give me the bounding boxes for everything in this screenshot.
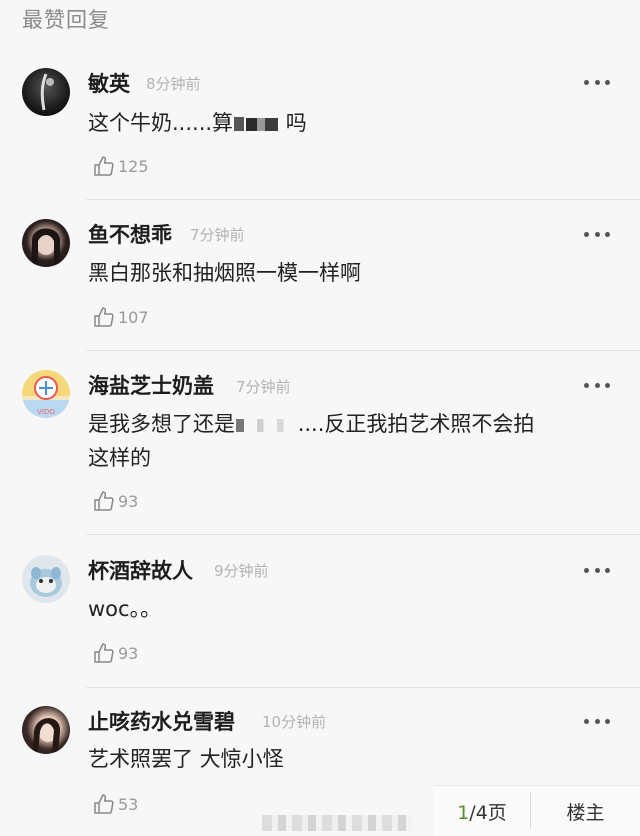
section-title: 最赞回复 <box>22 8 110 32</box>
avatar[interactable] <box>22 68 70 116</box>
thumb-up-icon <box>94 307 114 327</box>
timestamp: 7分钟前 <box>236 378 291 396</box>
page-indicator[interactable]: 1/4页 <box>434 798 530 825</box>
timestamp: 7分钟前 <box>190 226 245 244</box>
thumb-up-icon <box>94 643 114 663</box>
comment-text: woc。。 <box>88 597 162 621</box>
like-count: 53 <box>118 794 139 814</box>
like-button[interactable]: 53 <box>92 792 138 816</box>
username[interactable]: 鱼不想乖 <box>88 219 172 249</box>
timestamp: 9分钟前 <box>214 562 269 580</box>
censor-mosaic <box>246 117 279 131</box>
more-dots-icon[interactable] <box>584 230 610 238</box>
censor-mosaic <box>246 418 290 432</box>
comment-text: 黑白那张和抽烟照一模一样啊 <box>88 261 361 285</box>
like-button[interactable]: 125 <box>92 154 149 178</box>
divider <box>86 534 640 535</box>
pagination-bar: 1/4页 楼主 <box>434 785 640 836</box>
avatar[interactable] <box>22 706 70 754</box>
avatar[interactable] <box>22 219 70 267</box>
more-dots-icon[interactable] <box>584 381 610 389</box>
more-dots-icon[interactable] <box>584 78 610 86</box>
thumb-up-icon <box>94 794 114 814</box>
like-button[interactable]: 107 <box>92 305 149 329</box>
current-page: 1 <box>457 801 470 824</box>
username[interactable]: 海盐芝士奶盖 <box>88 370 214 400</box>
like-count: 107 <box>118 307 149 327</box>
comment-text: 是我多想了还是 ....反正我拍艺术照不会拍 这样的 <box>88 412 535 470</box>
username[interactable]: 杯酒辞故人 <box>88 555 193 585</box>
avatar[interactable]: VIDO <box>22 370 70 418</box>
divider <box>86 199 640 200</box>
avatar[interactable] <box>22 555 70 603</box>
timestamp: 10分钟前 <box>262 713 327 731</box>
more-dots-icon[interactable] <box>584 566 610 574</box>
like-count: 93 <box>118 491 139 511</box>
username[interactable]: 敏英 <box>88 68 130 98</box>
thumb-up-icon <box>94 491 114 511</box>
floor-owner-button[interactable]: 楼主 <box>531 798 640 825</box>
like-count: 93 <box>118 643 139 663</box>
divider <box>86 687 640 688</box>
divider <box>86 350 640 351</box>
more-dots-icon[interactable] <box>584 717 610 725</box>
thumb-up-icon <box>94 156 114 176</box>
comment-text: 这个牛奶......算 吗 <box>88 111 307 135</box>
username[interactable]: 止咳药水兑雪碧 <box>88 706 235 736</box>
like-button[interactable]: 93 <box>92 489 138 513</box>
total-pages: /4页 <box>469 801 507 824</box>
watermark-blur <box>262 815 412 831</box>
like-count: 125 <box>118 156 149 176</box>
timestamp: 8分钟前 <box>146 75 201 93</box>
svg-text:VIDO: VIDO <box>37 408 55 416</box>
comment-text: 艺术照罢了 大惊小怪 <box>88 747 284 771</box>
like-button[interactable]: 93 <box>92 641 138 665</box>
